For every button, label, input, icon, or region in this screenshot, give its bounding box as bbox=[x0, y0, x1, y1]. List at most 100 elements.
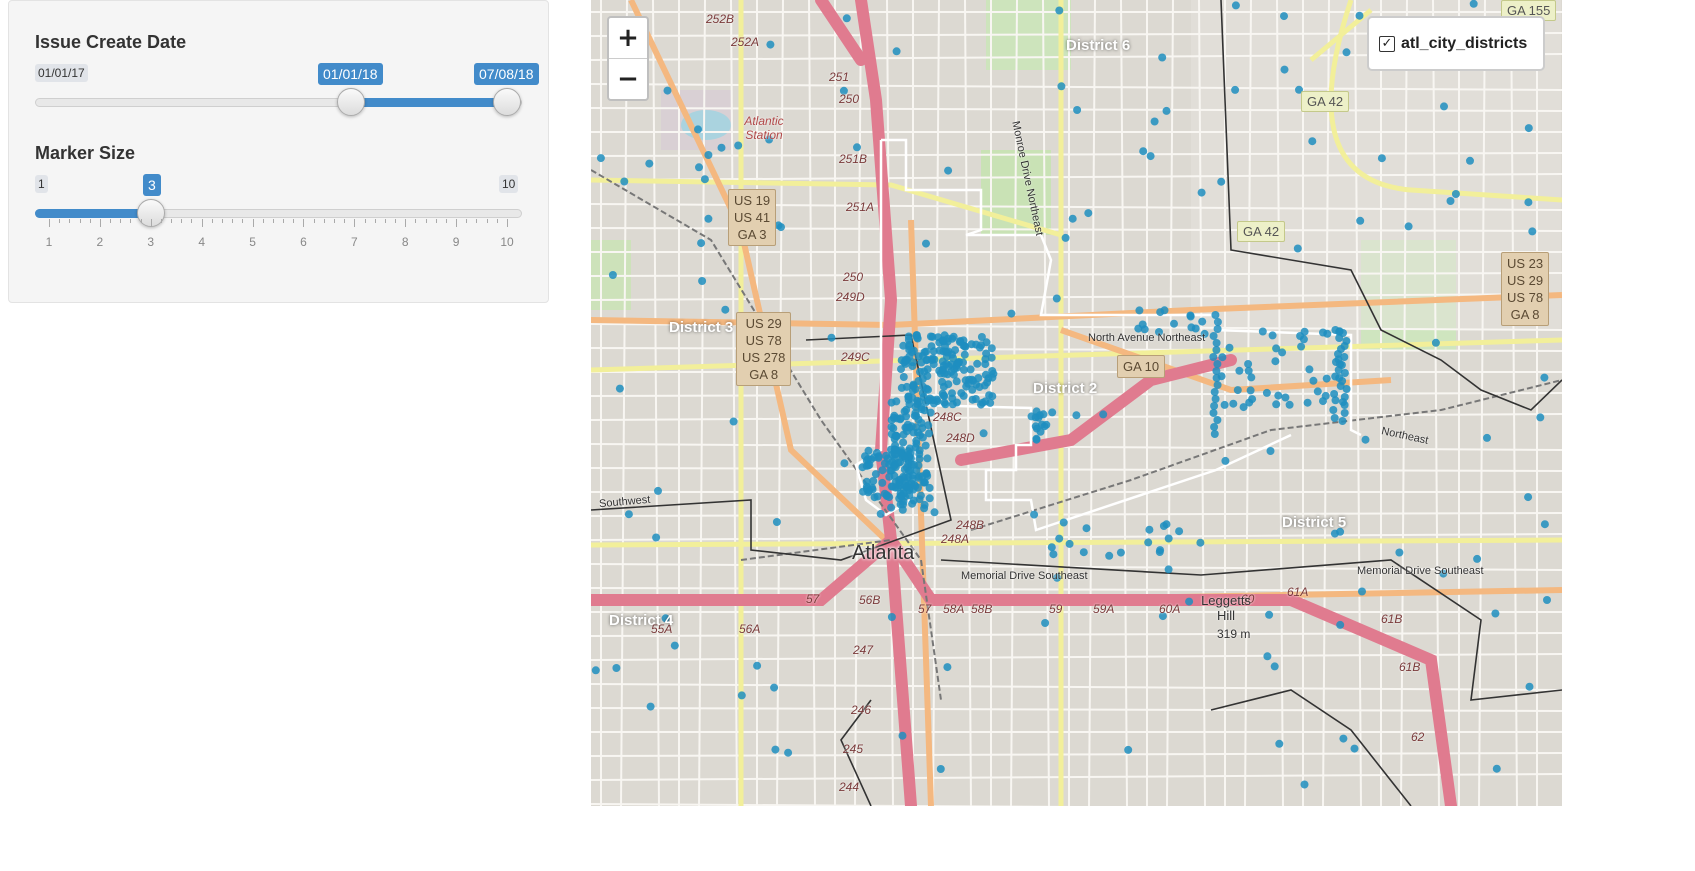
zoom-in-button[interactable]: + bbox=[609, 18, 647, 59]
issue-marker bbox=[1356, 216, 1365, 225]
issue-marker bbox=[876, 509, 885, 518]
layer-checkbox[interactable]: ✓ bbox=[1379, 35, 1395, 52]
minor-tick bbox=[333, 219, 335, 223]
issue-marker bbox=[1231, 85, 1240, 94]
issue-marker bbox=[1211, 311, 1220, 319]
issue-marker bbox=[874, 453, 883, 462]
issue-marker bbox=[612, 664, 621, 672]
shield-us23: US 23 US 29 US 78 GA 8 bbox=[1501, 252, 1550, 326]
issue-marker bbox=[704, 214, 713, 223]
issue-marker bbox=[1055, 6, 1064, 15]
issue-marker bbox=[1135, 306, 1144, 315]
minor-tick bbox=[262, 219, 264, 223]
issue-marker bbox=[930, 508, 939, 517]
issue-marker bbox=[1084, 209, 1093, 218]
issue-marker bbox=[887, 398, 896, 407]
issue-marker bbox=[1377, 154, 1386, 163]
date-slider-from-handle[interactable] bbox=[337, 88, 365, 116]
date-slider-to-handle[interactable] bbox=[493, 88, 521, 116]
issue-marker bbox=[1358, 587, 1366, 596]
minor-tick bbox=[374, 219, 376, 223]
issue-marker bbox=[922, 239, 930, 248]
issue-marker bbox=[652, 533, 661, 542]
issue-marker bbox=[1492, 764, 1501, 773]
issue-marker bbox=[952, 398, 961, 407]
issue-marker bbox=[901, 492, 909, 501]
issue-marker bbox=[943, 663, 952, 672]
issue-marker bbox=[914, 483, 922, 492]
issue-marker bbox=[784, 748, 793, 757]
issue-marker bbox=[952, 377, 961, 386]
issue-marker bbox=[608, 271, 617, 279]
tick-mark bbox=[150, 219, 152, 227]
issue-marker bbox=[1061, 233, 1070, 242]
minor-tick bbox=[445, 219, 447, 223]
issue-marker bbox=[646, 702, 655, 711]
layers-control[interactable]: ✓ atl_city_districts bbox=[1367, 16, 1545, 71]
issue-marker bbox=[1210, 423, 1219, 431]
exit-number-label: 61A bbox=[1287, 585, 1309, 599]
issue-marker bbox=[1158, 53, 1167, 62]
issue-marker bbox=[1280, 12, 1288, 21]
issue-marker bbox=[887, 613, 896, 621]
district-label-2: District 2 bbox=[1033, 380, 1098, 397]
layer-label: atl_city_districts bbox=[1401, 34, 1528, 52]
issue-marker bbox=[940, 369, 949, 378]
tick-mark bbox=[252, 219, 254, 227]
district-label-5: District 5 bbox=[1282, 514, 1347, 531]
issue-marker bbox=[645, 159, 654, 168]
issue-marker bbox=[1048, 408, 1057, 417]
minor-tick bbox=[110, 219, 112, 223]
tick-mark bbox=[303, 219, 305, 227]
issue-marker bbox=[920, 367, 929, 376]
issue-marker bbox=[1342, 385, 1351, 393]
issue-marker bbox=[1036, 427, 1045, 436]
issue-marker bbox=[1210, 402, 1219, 410]
issue-marker bbox=[885, 460, 894, 469]
issue-marker bbox=[717, 143, 726, 152]
exit-number-label: 57 bbox=[918, 602, 932, 616]
issue-marker bbox=[942, 352, 951, 361]
issue-marker bbox=[885, 493, 894, 502]
issue-marker bbox=[1340, 409, 1349, 417]
issue-marker bbox=[1144, 538, 1153, 547]
minor-tick bbox=[283, 219, 285, 223]
issue-marker bbox=[1209, 332, 1218, 340]
issue-marker bbox=[975, 383, 984, 391]
zoom-out-button[interactable]: − bbox=[609, 59, 647, 99]
issue-marker bbox=[1309, 376, 1318, 385]
issue-marker bbox=[1212, 346, 1221, 354]
issue-marker bbox=[697, 239, 706, 248]
issue-marker bbox=[1524, 198, 1533, 207]
minor-tick bbox=[69, 219, 71, 223]
issue-marker bbox=[1146, 152, 1155, 161]
minor-tick bbox=[211, 219, 213, 223]
issue-marker bbox=[1305, 365, 1314, 374]
issue-marker bbox=[1057, 82, 1066, 91]
issue-marker bbox=[1300, 327, 1309, 336]
exit-number-label: 59 bbox=[1049, 602, 1063, 616]
map-view[interactable]: 252B 252A 251 250 251B 251A 250 249D 249C 248C 248… bbox=[591, 0, 1562, 806]
exit-number-label: 244 bbox=[839, 780, 860, 794]
issue-marker bbox=[912, 331, 921, 340]
exit-number-label: 58B bbox=[971, 602, 993, 616]
issue-marker bbox=[1235, 366, 1244, 375]
issue-marker bbox=[624, 510, 633, 519]
issue-marker bbox=[908, 499, 917, 508]
issue-marker bbox=[654, 486, 662, 495]
issue-marker bbox=[1355, 11, 1364, 20]
issue-marker bbox=[771, 745, 780, 754]
issue-marker bbox=[1213, 318, 1222, 326]
issue-marker bbox=[1340, 401, 1349, 409]
issue-marker bbox=[1308, 137, 1317, 146]
issue-marker bbox=[1300, 780, 1309, 789]
issue-marker bbox=[753, 661, 762, 670]
exit-number-label: 246 bbox=[851, 703, 872, 717]
exit-number-label: 245 bbox=[843, 742, 864, 756]
issue-marker bbox=[878, 478, 887, 487]
minor-tick bbox=[364, 219, 366, 223]
issue-marker bbox=[1105, 551, 1114, 560]
issue-marker bbox=[981, 355, 990, 364]
issue-marker bbox=[922, 469, 931, 478]
minor-tick bbox=[466, 219, 468, 223]
